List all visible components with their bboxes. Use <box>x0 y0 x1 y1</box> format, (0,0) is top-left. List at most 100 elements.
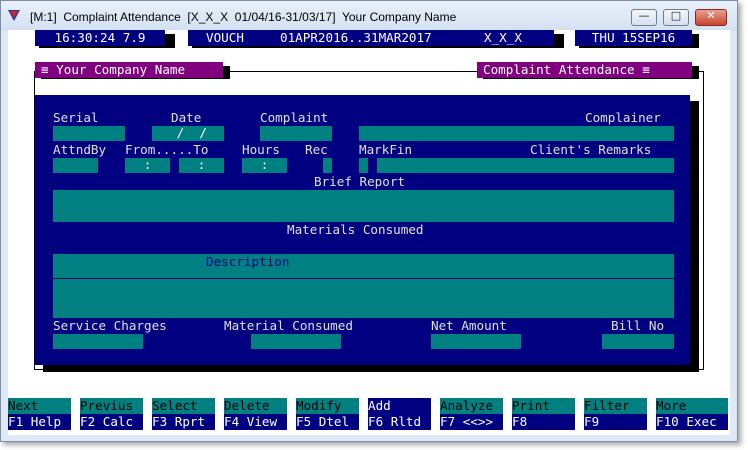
minimize-button[interactable]: — <box>631 9 657 26</box>
clients-remarks-label: Client's Remarks <box>530 142 652 157</box>
fkey-f10-label: F10 Exec <box>656 414 717 429</box>
fkey-f9[interactable]: F9 <box>584 414 647 430</box>
attnd-by-label: AttndBy <box>53 142 107 157</box>
markfin-field[interactable] <box>359 158 368 173</box>
fkey-f8-label: F8 <box>512 414 528 429</box>
fkey-delete[interactable]: Delete <box>224 398 287 414</box>
complainer-field[interactable] <box>359 126 674 141</box>
app-logo-icon-inner <box>10 11 18 18</box>
fkey-select-label: Select <box>152 398 198 413</box>
from-time-value: : <box>143 157 152 172</box>
markfin-label: MarkFin <box>359 142 413 157</box>
fkey-analyze[interactable]: Analyze <box>440 398 503 414</box>
fkey-f6-label: F6 Rltd <box>368 414 422 429</box>
date-field-value: / / <box>169 125 207 140</box>
hours-label: Hours <box>242 142 280 157</box>
attnd-by-field[interactable] <box>53 158 98 173</box>
fkey-f1[interactable]: F1 Help <box>8 414 71 430</box>
close-icon: ✕ <box>706 9 716 22</box>
fkey-f4-label: F4 View <box>224 414 278 429</box>
fkey-add[interactable]: Add <box>368 398 431 414</box>
complainer-label: Complainer <box>585 110 661 125</box>
fkey-f2[interactable]: F2 Calc <box>80 414 143 430</box>
fkey-add-label: Add <box>368 398 391 413</box>
fkey-f9-label: F9 <box>584 414 600 429</box>
fkey-print-label: Print <box>512 398 550 413</box>
fkey-f6[interactable]: F6 Rltd <box>368 414 431 430</box>
fkey-previus-label: Previus <box>80 398 134 413</box>
to-time-value: : <box>197 157 206 172</box>
maximize-icon: □ <box>670 9 682 22</box>
minimize-icon: — <box>638 9 650 22</box>
serial-label: Serial <box>53 110 99 125</box>
fkey-modify-label: Modify <box>296 398 342 413</box>
hours-field[interactable]: : <box>242 158 287 173</box>
maximize-button[interactable]: □ <box>663 9 689 26</box>
brief-report-label: Brief Report <box>314 174 405 189</box>
status-vouch: VOUCH 01APR2016..31MAR2017 X_X_X <box>188 30 554 46</box>
materials-table[interactable] <box>53 254 674 318</box>
from-to-label: From.....To <box>125 142 209 157</box>
fkey-delete-label: Delete <box>224 398 270 413</box>
fkey-select[interactable]: Select <box>152 398 215 414</box>
bill-no-label: Bill No <box>611 318 665 333</box>
fkey-f5[interactable]: F5 Dtel <box>296 414 359 430</box>
fkey-more[interactable]: More <box>656 398 728 414</box>
fkey-f7-label: F7 <<>> <box>440 414 494 429</box>
date-label: Date <box>171 110 202 125</box>
brief-report-field[interactable] <box>53 190 674 222</box>
fkey-previus[interactable]: Previus <box>80 398 143 414</box>
fkey-analyze-label: Analyze <box>440 398 494 413</box>
fkey-modify[interactable]: Modify <box>296 398 359 414</box>
fkey-f3[interactable]: F3 Rprt <box>152 414 215 430</box>
from-time-field[interactable]: : <box>125 158 170 173</box>
serial-field[interactable] <box>53 126 125 141</box>
window-title: [M:1] Complaint Attendance [X_X_X 01/04/… <box>30 10 457 24</box>
panel-shadow-bottom <box>43 365 699 372</box>
hours-value: : <box>260 157 269 172</box>
module-header-text: Complaint Attendance ≡ <box>483 62 650 77</box>
rec-field[interactable] <box>323 158 332 173</box>
status-time-text: 16:30:24 7.9 <box>54 30 146 45</box>
panel-shadow-right <box>690 101 699 370</box>
fkey-print[interactable]: Print <box>512 398 575 414</box>
materials-consumed-label: Materials Consumed <box>287 222 424 237</box>
bill-no-field[interactable] <box>602 334 674 349</box>
status-code: X_X_X <box>484 30 522 45</box>
fkey-more-label: More <box>656 398 687 413</box>
fkey-f4[interactable]: F4 View <box>224 414 287 430</box>
status-period: 01APR2016..31MAR2017 <box>280 30 432 45</box>
status-time: 16:30:24 7.9 <box>35 30 165 46</box>
fkey-f2-label: F2 Calc <box>80 414 134 429</box>
fkey-filter[interactable]: Filter <box>584 398 647 414</box>
complaint-label: Complaint <box>260 110 329 125</box>
net-amount-label: Net Amount <box>431 318 507 333</box>
status-date-text: THU 15SEP16 <box>591 30 676 45</box>
fkey-f10[interactable]: F10 Exec <box>656 414 728 430</box>
materials-table-header-divider <box>53 278 674 279</box>
service-charges-label: Service Charges <box>53 318 167 333</box>
service-charges-field[interactable] <box>53 334 143 349</box>
fkey-filter-label: Filter <box>584 398 630 413</box>
module-header: Complaint Attendance ≡ <box>477 62 692 78</box>
net-amount-field[interactable] <box>431 334 521 349</box>
date-field[interactable]: / / <box>152 126 224 141</box>
company-header: ≡ Your Company Name <box>35 62 223 78</box>
status-date: THU 15SEP16 <box>575 30 692 46</box>
clients-remarks-field[interactable] <box>377 158 674 173</box>
material-consumed-field[interactable] <box>251 334 341 349</box>
fkey-next-label: Next <box>8 398 39 413</box>
close-button[interactable]: ✕ <box>695 9 727 26</box>
fkey-f5-label: F5 Dtel <box>296 414 350 429</box>
fkey-f8[interactable]: F8 <box>512 414 575 430</box>
to-time-field[interactable]: : <box>179 158 224 173</box>
fkey-f7[interactable]: F7 <<>> <box>440 414 503 430</box>
company-header-text: ≡ Your Company Name <box>41 62 186 77</box>
rec-label: Rec <box>305 142 328 157</box>
material-consumed-label: Material Consumed <box>224 318 353 333</box>
fkey-f3-label: F3 Rprt <box>152 414 206 429</box>
fkey-next[interactable]: Next <box>8 398 71 414</box>
description-column-header: Description <box>206 254 290 269</box>
status-mode: VOUCH <box>206 30 244 45</box>
complaint-field[interactable] <box>260 126 332 141</box>
